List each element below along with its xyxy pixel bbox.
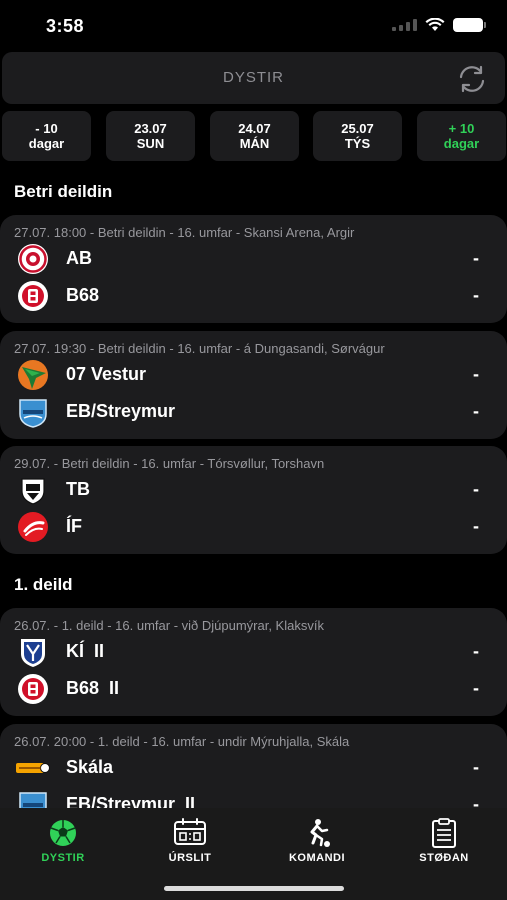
team-name: 07 Vestur [66,364,147,384]
tab-urslit[interactable]: ÚRSLIT [127,818,253,864]
date-line1: - 10 [35,121,58,136]
section-title: 1. deild [14,575,73,594]
match-meta: 26.07. 20:00 - 1. deild - 16. umfar - un… [14,734,350,749]
battery-icon [453,18,486,32]
tab-label: ÚRSLIT [168,852,212,864]
date-button-25-07[interactable]: 25.07 TÝS [313,111,402,161]
team-score: - [473,757,479,777]
team-name: TB [66,479,90,499]
team-row-home: TB - [0,474,507,506]
team-row-home: Skála - [0,752,507,784]
team-row-away: EB/Streymur II - [0,789,507,808]
team-score: - [473,285,479,305]
match-card[interactable]: 27.07. 18:00 - Betri deildin - 16. umfar… [0,215,507,323]
home-indicator[interactable] [164,886,344,891]
tab-label: KOMANDI [288,852,346,864]
team-score: - [473,479,479,499]
team-score: - [473,401,479,421]
tab-stodan[interactable]: STØÐAN [381,818,507,864]
eb-streymur-logo-icon [19,792,47,808]
team-name: B68 II [66,678,120,698]
team-name: Skála [66,757,114,777]
team-row-home: KÍ II - [0,636,507,668]
match-list[interactable]: Betri deildin 27.07. 18:00 - Betri deild… [0,170,507,808]
match-card[interactable]: 26.07. - 1. deild - 16. umfar - við Djúp… [0,608,507,716]
match-meta: 26.07. - 1. deild - 16. umfar - við Djúp… [14,618,324,633]
date-line1: + 10 [448,121,475,136]
header-bar: DYSTIR [2,52,505,104]
if-logo-icon [18,512,48,542]
date-line1: 24.07 [238,121,271,136]
section-title: Betri deildin [14,182,113,201]
match-card[interactable]: 29.07. - Betri deildin - 16. umfar - Tór… [0,446,507,554]
clipboard-icon [432,818,456,848]
tab-label: STØÐAN [419,852,469,864]
team-score: - [473,364,479,384]
cellular-signal-icon [392,19,417,31]
skala-logo-icon [16,763,50,773]
match-meta: 27.07. 19:30 - Betri deildin - 16. umfar… [14,341,385,356]
team-score: - [473,794,479,808]
ab-logo-icon [18,244,48,274]
tab-label: DYSTIR [41,852,85,864]
match-card[interactable]: 26.07. 20:00 - 1. deild - 16. umfar - un… [0,724,507,808]
team-name: EB/Streymur II [66,794,196,808]
team-row-away: B68 II - [0,673,507,705]
07-vestur-logo-icon [18,360,48,390]
date-button-23-07[interactable]: 23.07 SUN [106,111,195,161]
tab-dystir[interactable]: DYSTIR [0,818,126,864]
team-row-home: AB - [0,243,507,275]
team-name: AB [66,248,92,268]
team-name: KÍ II [66,641,105,661]
team-row-away: B68 - [0,280,507,312]
team-row-away: ÍF - [0,511,507,543]
match-meta: 29.07. - Betri deildin - 16. umfar - Tór… [14,456,325,471]
team-row-home: 07 Vestur - [0,359,507,391]
team-name: B68 [66,285,100,305]
status-time: 3:58 [46,16,85,36]
date-line2: SUN [136,136,165,151]
status-bar: 3:58 [0,0,507,52]
team-name: ÍF [66,516,82,536]
date-button-plus-10[interactable]: + 10 dagar [417,111,506,161]
ki-logo-icon [21,639,45,667]
b68-logo-icon [18,674,48,704]
team-score: - [473,641,479,661]
refresh-icon[interactable] [457,65,487,93]
team-name: EB/Streymur [66,401,176,421]
b68-logo-icon [18,281,48,311]
soccer-ball-icon [50,820,76,846]
player-kick-icon [310,819,330,847]
date-selector: - 10 dagar 23.07 SUN 24.07 MÁN 25.07 TÝS… [2,111,507,161]
eb-streymur-logo-icon [19,399,47,428]
scoreboard-icon [174,818,206,845]
match-card[interactable]: 27.07. 19:30 - Betri deildin - 16. umfar… [0,331,507,439]
date-line1: 25.07 [341,121,374,136]
date-button-minus-10[interactable]: - 10 dagar [2,111,91,161]
date-line2: dagar [28,136,65,151]
date-line2: MÁN [239,136,270,151]
team-score: - [473,678,479,698]
page-title: DYSTIR [222,69,284,86]
tb-logo-icon [21,478,45,505]
wifi-icon [425,18,445,31]
date-line2: dagar [443,136,480,151]
team-row-away: EB/Streymur - [0,396,507,428]
match-meta: 27.07. 18:00 - Betri deildin - 16. umfar… [14,225,355,240]
date-line2: TÝS [344,136,371,151]
status-icons [392,18,486,32]
team-score: - [473,516,479,536]
team-score: - [473,248,479,268]
date-button-24-07[interactable]: 24.07 MÁN [210,111,299,161]
tab-komandi[interactable]: KOMANDI [254,818,380,864]
date-line1: 23.07 [134,121,167,136]
